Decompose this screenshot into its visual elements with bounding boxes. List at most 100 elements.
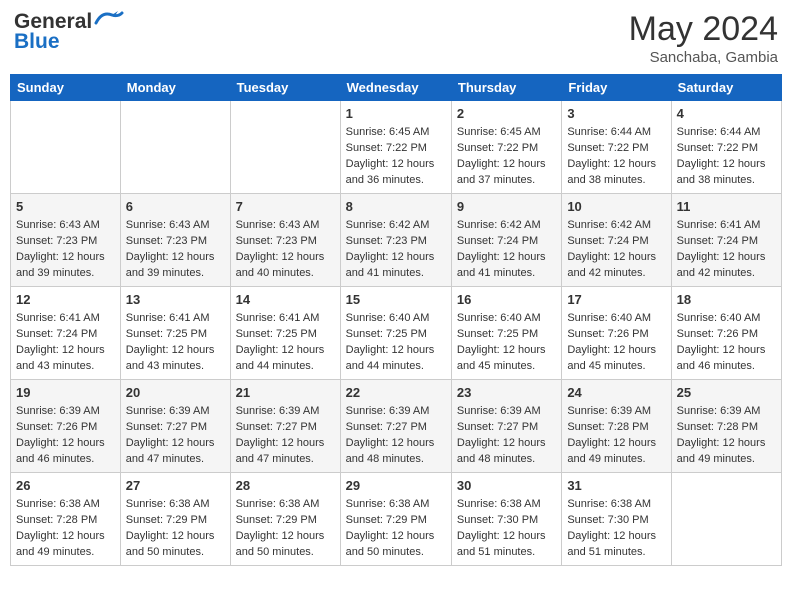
day-info: Sunrise: 6:42 AMSunset: 7:23 PMDaylight:… (346, 218, 446, 282)
calendar-cell: 31 Sunrise: 6:38 AMSunset: 7:30 PMDayligh… (562, 472, 671, 565)
day-number: 13 (126, 291, 225, 309)
month-year: May 2024 (629, 10, 778, 49)
calendar-cell: 9 Sunrise: 6:42 AMSunset: 7:24 PMDaylight… (451, 193, 561, 286)
day-number: 27 (126, 477, 225, 495)
calendar-cell: 10 Sunrise: 6:42 AMSunset: 7:24 PMDayligh… (562, 193, 671, 286)
day-number: 22 (346, 384, 446, 402)
calendar-cell (671, 472, 781, 565)
day-number: 4 (677, 105, 776, 123)
calendar-cell: 6 Sunrise: 6:43 AMSunset: 7:23 PMDaylight… (120, 193, 230, 286)
day-info: Sunrise: 6:41 AMSunset: 7:25 PMDaylight:… (236, 311, 335, 375)
calendar-cell: 5Sunrise: 6:43 AMSunset: 7:23 PMDaylight… (11, 193, 121, 286)
calendar-cell: 28Sunrise: 6:38 AMSunset: 7:29 PMDayligh… (230, 472, 340, 565)
day-info: Sunrise: 6:44 AMSunset: 7:22 PMDaylight:… (677, 125, 776, 189)
day-number: 6 (126, 198, 225, 216)
day-number: 23 (457, 384, 556, 402)
day-info: Sunrise: 6:40 AMSunset: 7:25 PMDaylight:… (457, 311, 556, 375)
calendar-cell: 29 Sunrise: 6:38 AMSunset: 7:29 PMDayligh… (340, 472, 451, 565)
day-of-week-header: Wednesday (340, 75, 451, 101)
day-number: 19 (16, 384, 115, 402)
day-info: Sunrise: 6:42 AMSunset: 7:24 PMDaylight:… (457, 218, 556, 282)
day-number: 14 (236, 291, 335, 309)
day-info: Sunrise: 6:41 AMSunset: 7:25 PMDaylight:… (126, 311, 225, 375)
calendar-cell: 8 Sunrise: 6:42 AMSunset: 7:23 PMDaylight… (340, 193, 451, 286)
day-info: Sunrise: 6:39 AMSunset: 7:27 PMDaylight:… (346, 404, 446, 468)
calendar-week-row: 12 Sunrise: 6:41 AMSunset: 7:24 PMDayligh… (11, 286, 782, 379)
day-of-week-header: Sunday (11, 75, 121, 101)
calendar-cell: 2Sunrise: 6:45 AMSunset: 7:22 PMDaylight… (451, 101, 561, 194)
calendar-table: SundayMondayTuesdayWednesdayThursdayFrid… (10, 74, 782, 566)
day-number: 20 (126, 384, 225, 402)
day-number: 1 (346, 105, 446, 123)
calendar-cell: 1 Sunrise: 6:45 AMSunset: 7:22 PMDaylight… (340, 101, 451, 194)
day-number: 31 (567, 477, 665, 495)
day-of-week-header: Saturday (671, 75, 781, 101)
calendar-cell: 14 Sunrise: 6:41 AMSunset: 7:25 PMDayligh… (230, 286, 340, 379)
calendar-cell: 19 Sunrise: 6:39 AMSunset: 7:26 PMDayligh… (11, 379, 121, 472)
day-of-week-header: Thursday (451, 75, 561, 101)
day-info: Sunrise: 6:39 AMSunset: 7:26 PMDaylight:… (16, 404, 115, 468)
day-number: 17 (567, 291, 665, 309)
calendar-cell: 26Sunrise: 6:38 AMSunset: 7:28 PMDayligh… (11, 472, 121, 565)
calendar-cell: 12 Sunrise: 6:41 AMSunset: 7:24 PMDayligh… (11, 286, 121, 379)
day-info: Sunrise: 6:43 AMSunset: 7:23 PMDaylight:… (16, 218, 115, 282)
calendar-cell: 20 Sunrise: 6:39 AMSunset: 7:27 PMDayligh… (120, 379, 230, 472)
day-info: Sunrise: 6:38 AMSunset: 7:29 PMDaylight:… (126, 497, 225, 561)
day-info: Sunrise: 6:45 AMSunset: 7:22 PMDaylight:… (346, 125, 446, 189)
logo-blue: Blue (14, 30, 124, 54)
day-info: Sunrise: 6:43 AMSunset: 7:23 PMDaylight:… (236, 218, 335, 282)
logo-bird-icon (94, 9, 124, 27)
calendar-week-row: 5Sunrise: 6:43 AMSunset: 7:23 PMDaylight… (11, 193, 782, 286)
day-number: 12 (16, 291, 115, 309)
day-info: Sunrise: 6:42 AMSunset: 7:24 PMDaylight:… (567, 218, 665, 282)
day-number: 9 (457, 198, 556, 216)
page-header: General Blue May 2024 Sanchaba, Gambia (10, 10, 782, 66)
day-info: Sunrise: 6:45 AMSunset: 7:22 PMDaylight:… (457, 125, 556, 189)
calendar-cell: 30Sunrise: 6:38 AMSunset: 7:30 PMDayligh… (451, 472, 561, 565)
calendar-cell: 15Sunrise: 6:40 AMSunset: 7:25 PMDayligh… (340, 286, 451, 379)
day-info: Sunrise: 6:41 AMSunset: 7:24 PMDaylight:… (16, 311, 115, 375)
calendar-cell: 3 Sunrise: 6:44 AMSunset: 7:22 PMDaylight… (562, 101, 671, 194)
day-info: Sunrise: 6:39 AMSunset: 7:28 PMDaylight:… (677, 404, 776, 468)
day-number: 24 (567, 384, 665, 402)
calendar-cell: 4 Sunrise: 6:44 AMSunset: 7:22 PMDaylight… (671, 101, 781, 194)
calendar-cell: 25 Sunrise: 6:39 AMSunset: 7:28 PMDayligh… (671, 379, 781, 472)
day-info: Sunrise: 6:38 AMSunset: 7:28 PMDaylight:… (16, 497, 115, 561)
day-info: Sunrise: 6:38 AMSunset: 7:30 PMDaylight:… (457, 497, 556, 561)
calendar-cell: 21Sunrise: 6:39 AMSunset: 7:27 PMDayligh… (230, 379, 340, 472)
day-info: Sunrise: 6:38 AMSunset: 7:29 PMDaylight:… (346, 497, 446, 561)
title-section: May 2024 Sanchaba, Gambia (629, 10, 778, 66)
day-number: 7 (236, 198, 335, 216)
calendar-cell: 17 Sunrise: 6:40 AMSunset: 7:26 PMDayligh… (562, 286, 671, 379)
calendar-week-row: 19 Sunrise: 6:39 AMSunset: 7:26 PMDayligh… (11, 379, 782, 472)
day-number: 10 (567, 198, 665, 216)
day-number: 18 (677, 291, 776, 309)
day-info: Sunrise: 6:39 AMSunset: 7:28 PMDaylight:… (567, 404, 665, 468)
calendar-cell: 27 Sunrise: 6:38 AMSunset: 7:29 PMDayligh… (120, 472, 230, 565)
day-info: Sunrise: 6:40 AMSunset: 7:25 PMDaylight:… (346, 311, 446, 375)
day-number: 16 (457, 291, 556, 309)
calendar-cell: 11 Sunrise: 6:41 AMSunset: 7:24 PMDayligh… (671, 193, 781, 286)
day-info: Sunrise: 6:39 AMSunset: 7:27 PMDaylight:… (126, 404, 225, 468)
day-info: Sunrise: 6:43 AMSunset: 7:23 PMDaylight:… (126, 218, 225, 282)
calendar-cell: 18 Sunrise: 6:40 AMSunset: 7:26 PMDayligh… (671, 286, 781, 379)
day-number: 3 (567, 105, 665, 123)
day-of-week-header: Tuesday (230, 75, 340, 101)
day-info: Sunrise: 6:39 AMSunset: 7:27 PMDaylight:… (457, 404, 556, 468)
day-number: 11 (677, 198, 776, 216)
day-number: 29 (346, 477, 446, 495)
day-info: Sunrise: 6:44 AMSunset: 7:22 PMDaylight:… (567, 125, 665, 189)
calendar-week-row: 1 Sunrise: 6:45 AMSunset: 7:22 PMDaylight… (11, 101, 782, 194)
calendar-cell: 23 Sunrise: 6:39 AMSunset: 7:27 PMDayligh… (451, 379, 561, 472)
calendar-cell: 13 Sunrise: 6:41 AMSunset: 7:25 PMDayligh… (120, 286, 230, 379)
day-info: Sunrise: 6:41 AMSunset: 7:24 PMDaylight:… (677, 218, 776, 282)
day-info: Sunrise: 6:38 AMSunset: 7:30 PMDaylight:… (567, 497, 665, 561)
day-number: 8 (346, 198, 446, 216)
day-info: Sunrise: 6:40 AMSunset: 7:26 PMDaylight:… (567, 311, 665, 375)
calendar-cell: 16 Sunrise: 6:40 AMSunset: 7:25 PMDayligh… (451, 286, 561, 379)
day-of-week-header: Friday (562, 75, 671, 101)
calendar-week-row: 26Sunrise: 6:38 AMSunset: 7:28 PMDayligh… (11, 472, 782, 565)
day-number: 25 (677, 384, 776, 402)
day-info: Sunrise: 6:39 AMSunset: 7:27 PMDaylight:… (236, 404, 335, 468)
day-info: Sunrise: 6:40 AMSunset: 7:26 PMDaylight:… (677, 311, 776, 375)
